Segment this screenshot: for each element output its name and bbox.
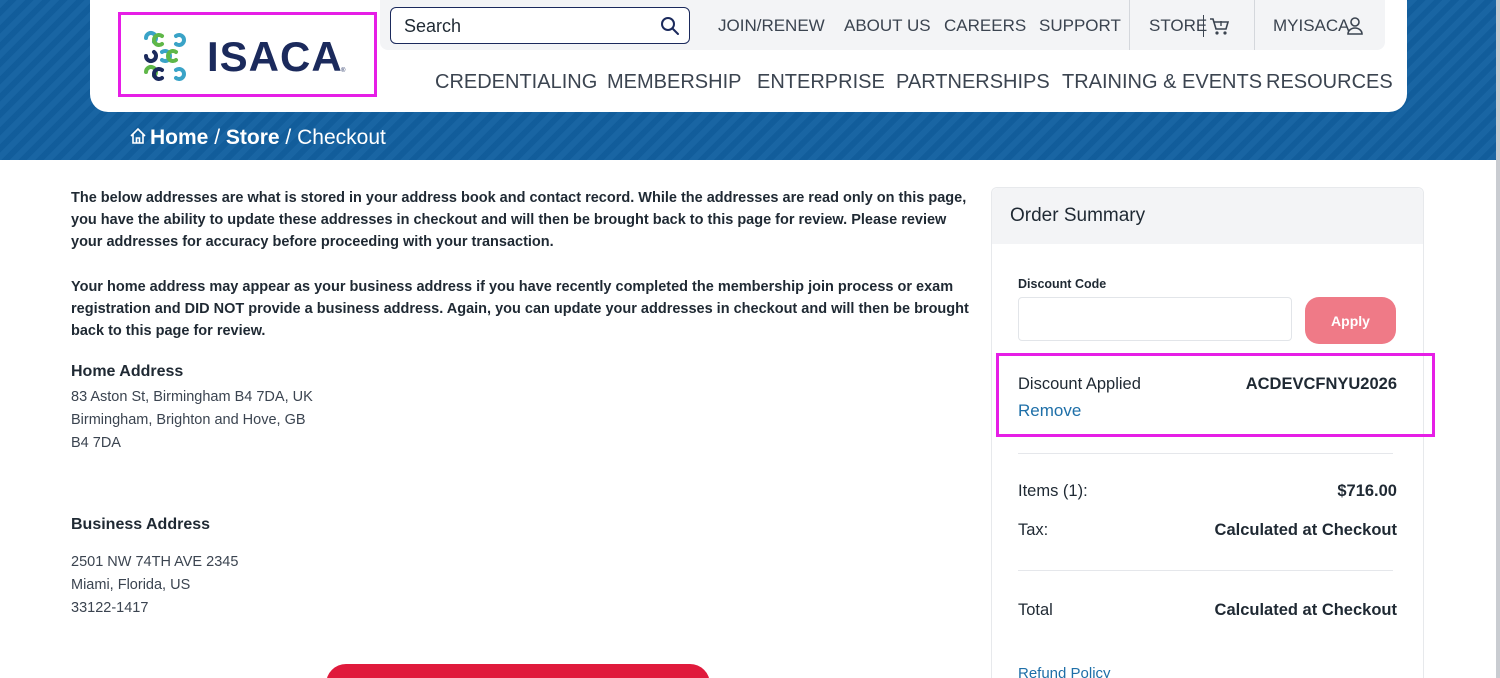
tax-value: Calculated at Checkout [1214, 521, 1397, 539]
business-address-line: Miami, Florida, US [71, 577, 191, 593]
proceed-checkout-button[interactable] [326, 664, 710, 678]
search-input[interactable]: Search [390, 7, 690, 44]
store-divider [1203, 15, 1204, 37]
discount-code-input[interactable] [1018, 297, 1292, 341]
scrollbar[interactable] [1496, 0, 1500, 678]
breadcrumb-separator: / [285, 126, 292, 149]
home-icon[interactable] [129, 127, 147, 145]
search-placeholder: Search [404, 16, 462, 36]
home-address-line: 83 Aston St, Birmingham B4 7DA, UK [71, 389, 313, 405]
total-value: Calculated at Checkout [1214, 601, 1397, 619]
support-link[interactable]: SUPPORT [1039, 16, 1121, 36]
nav-partnerships[interactable]: PARTNERSHIPS [896, 71, 1050, 94]
home-address-line: Birmingham, Brighton and Hove, GB [71, 412, 306, 428]
total-label: Total [1018, 601, 1053, 619]
home-address-heading: Home Address [71, 363, 184, 380]
breadcrumb-home[interactable]: Home [150, 126, 208, 149]
nav-enterprise[interactable]: ENTERPRISE [757, 71, 885, 94]
discount-applied-label: Discount Applied [1018, 375, 1141, 393]
logo-wordmark[interactable]: ISACA [207, 33, 343, 81]
breadcrumb: Home / Store / Checkout [129, 126, 386, 150]
nav-training-events[interactable]: TRAINING & EVENTS [1062, 71, 1262, 94]
business-address-line: 2501 NW 74TH AVE 2345 [71, 554, 239, 570]
order-summary-title: Order Summary [1010, 205, 1146, 226]
cart-icon[interactable] [1208, 15, 1230, 37]
business-address-heading: Business Address [71, 516, 211, 533]
about-us-link[interactable]: ABOUT US [844, 16, 931, 36]
search-icon[interactable] [660, 16, 680, 36]
address-note-text: Your home address may appear as your bus… [71, 279, 969, 339]
address-intro-text: The below addresses are what is stored i… [71, 190, 967, 250]
tax-label: Tax: [1018, 521, 1049, 539]
items-value: $716.00 [1337, 482, 1397, 500]
remove-discount-link[interactable]: Remove [1018, 401, 1081, 421]
careers-link[interactable]: CAREERS [944, 16, 1026, 36]
utility-divider [1129, 0, 1130, 50]
join-renew-link[interactable]: JOIN/RENEW [718, 16, 825, 36]
summary-divider [1018, 570, 1393, 571]
utility-divider [1254, 0, 1255, 50]
store-link[interactable]: STORE [1149, 16, 1207, 36]
breadcrumb-store[interactable]: Store [226, 126, 280, 149]
nav-resources[interactable]: RESOURCES [1266, 71, 1393, 94]
home-address-line: B4 7DA [71, 435, 121, 451]
isaca-logo-icon[interactable] [142, 30, 194, 82]
items-label: Items (1): [1018, 482, 1088, 500]
nav-membership[interactable]: MEMBERSHIP [607, 71, 741, 94]
user-icon[interactable] [1344, 15, 1366, 37]
discount-code-label: Discount Code [1018, 277, 1107, 291]
breadcrumb-separator: / [214, 126, 221, 149]
refund-policy-link[interactable]: Refund Policy [1018, 665, 1111, 678]
discount-applied-code: ACDEVCFNYU2026 [1245, 375, 1397, 393]
nav-credentialing[interactable]: CREDENTIALING [435, 71, 597, 94]
summary-divider [1018, 453, 1393, 454]
myisaca-link[interactable]: MYISACA [1273, 16, 1350, 36]
discount-applied-highlight [996, 353, 1435, 437]
breadcrumb-current: Checkout [297, 126, 386, 149]
apply-discount-button[interactable]: Apply [1305, 297, 1396, 344]
logo-registered-mark: ® [341, 68, 346, 74]
business-address-line: 33122-1417 [71, 600, 149, 616]
